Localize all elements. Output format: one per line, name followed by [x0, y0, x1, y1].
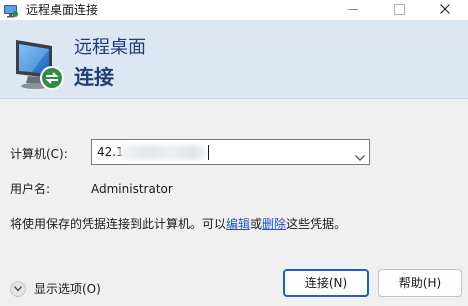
monitor-connection-icon — [12, 34, 68, 92]
window-title: 远程桌面连接 — [26, 3, 99, 17]
username-label: 用户名: — [10, 182, 51, 196]
close-icon[interactable] — [422, 0, 468, 20]
info-suffix: 这些凭据。 — [286, 217, 347, 231]
info-middle: 或 — [250, 217, 263, 231]
chevron-down-icon[interactable] — [10, 281, 26, 297]
help-button[interactable]: 帮助(H) — [378, 269, 462, 297]
text-cursor — [208, 145, 209, 160]
remote-desktop-icon — [3, 3, 19, 18]
credentials-info: 将使用保存的凭据连接到此计算机。可以编辑或删除这些凭据。 — [10, 216, 346, 232]
username-value: Administrator — [91, 182, 173, 196]
computer-label: 计算机(C): — [10, 147, 68, 161]
chevron-down-icon[interactable] — [354, 148, 366, 161]
show-options-label[interactable]: 显示选项(O) — [34, 281, 101, 297]
title-bar: 远程桌面连接 — [0, 0, 468, 20]
computer-combobox[interactable]: 42.1 — [91, 139, 370, 165]
maximize-icon[interactable] — [376, 0, 422, 20]
edit-link[interactable]: 编辑 — [226, 217, 250, 231]
minimize-icon[interactable] — [330, 0, 376, 20]
connect-button[interactable]: 连接(N) — [283, 269, 369, 297]
banner-title-line2: 连接 — [74, 65, 114, 89]
banner-title-line1: 远程桌面 — [74, 37, 146, 58]
header-banner: 远程桌面 连接 — [0, 20, 468, 99]
redacted-address — [119, 145, 207, 160]
delete-link[interactable]: 删除 — [262, 217, 286, 231]
show-options-toggle[interactable]: 显示选项(O) — [10, 280, 110, 298]
info-prefix: 将使用保存的凭据连接到此计算机。可以 — [10, 217, 227, 231]
